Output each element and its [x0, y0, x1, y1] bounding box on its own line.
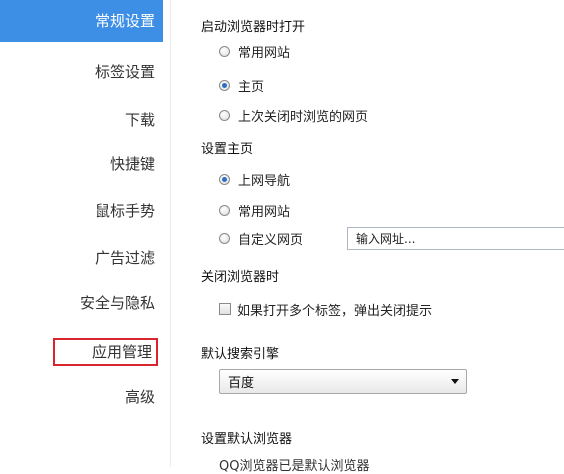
sidebar-item-download[interactable]: 下载: [0, 99, 163, 141]
homepage-option-frequent-sites[interactable]: 常用网站: [219, 201, 291, 220]
dropdown-arrow-icon: [444, 379, 466, 384]
sidebar-item-shortcuts[interactable]: 快捷键: [0, 143, 163, 185]
radio-button[interactable]: [219, 232, 230, 244]
search-engine-section-title: 默认搜索引擎: [201, 347, 280, 362]
radio-button[interactable]: [219, 79, 230, 91]
homepage-section-title: 设置主页: [201, 142, 254, 157]
selected-search-engine: 百度: [228, 376, 255, 391]
checkbox[interactable]: [219, 303, 231, 315]
sidebar-item-tabs[interactable]: 标签设置: [0, 51, 163, 93]
search-engine-select[interactable]: 百度: [219, 369, 467, 394]
close-prompt-option[interactable]: 如果打开多个标签，弹出关闭提示: [219, 300, 433, 319]
option-label: 常用网站: [238, 204, 291, 220]
option-label: 主页: [238, 79, 265, 95]
checkbox-label: 如果打开多个标签，弹出关闭提示: [237, 303, 433, 319]
option-label: 上网导航: [238, 173, 291, 189]
startup-option-homepage[interactable]: 主页: [219, 76, 265, 95]
sidebar-item-general[interactable]: 常规设置: [0, 0, 163, 42]
startup-option-frequent-sites[interactable]: 常用网站: [219, 42, 291, 61]
radio-button[interactable]: [219, 109, 230, 121]
custom-url-input[interactable]: [347, 227, 564, 250]
startup-section-title: 启动浏览器时打开: [201, 20, 306, 35]
sidebar-item-app-management[interactable]: 应用管理: [53, 338, 158, 366]
settings-sidebar: 常规设置 标签设置 下载 快捷键 鼠标手势 广告过滤 安全与隐私 应用管理 高级: [0, 0, 170, 467]
sidebar-divider: [170, 0, 171, 467]
sidebar-item-ad-filter[interactable]: 广告过滤: [0, 237, 163, 279]
sidebar-item-advanced[interactable]: 高级: [0, 376, 163, 418]
default-browser-section-title: 设置默认浏览器: [201, 432, 293, 447]
homepage-option-custom-page[interactable]: 自定义网页: [219, 229, 304, 248]
homepage-option-web-navigation[interactable]: 上网导航: [219, 170, 291, 189]
startup-option-last-session[interactable]: 上次关闭时浏览的网页: [219, 106, 369, 125]
radio-button[interactable]: [219, 45, 230, 57]
radio-button[interactable]: [219, 173, 230, 185]
default-browser-status: QQ浏览器已是默认浏览器: [219, 459, 370, 474]
sidebar-item-mouse-gestures[interactable]: 鼠标手势: [0, 190, 163, 232]
option-label: 上次关闭时浏览的网页: [238, 109, 369, 125]
option-label: 自定义网页: [238, 232, 304, 248]
close-browser-section-title: 关闭浏览器时: [201, 270, 280, 285]
sidebar-item-security-privacy[interactable]: 安全与隐私: [0, 282, 163, 324]
option-label: 常用网站: [238, 45, 291, 61]
radio-button[interactable]: [219, 204, 230, 216]
